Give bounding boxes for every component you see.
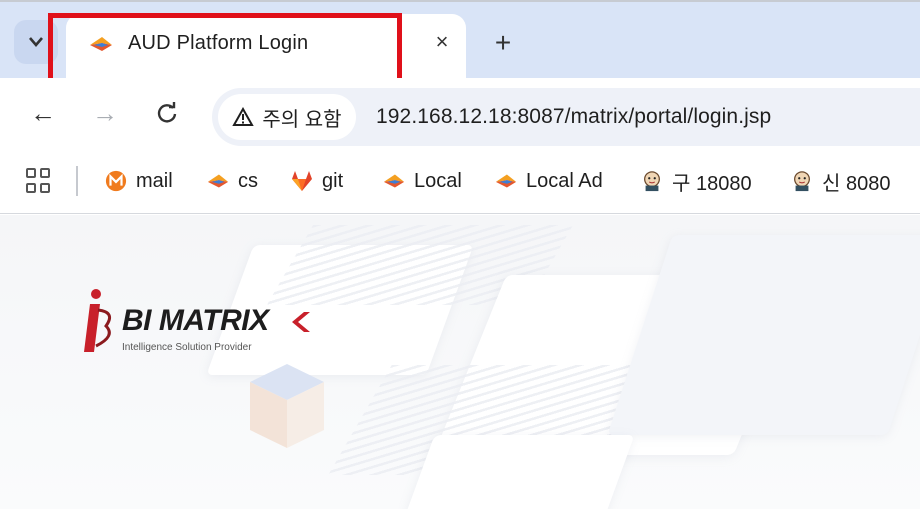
new-tab-button[interactable]: + <box>486 26 520 60</box>
aud-logo-icon <box>383 174 405 188</box>
bookmark-git[interactable]: git <box>290 164 343 198</box>
bi-matrix-logo-mark <box>84 289 112 352</box>
bookmark-jenkins-old[interactable]: 구 18080 <box>640 164 752 198</box>
chevron-down-icon <box>29 37 43 47</box>
mail-m-icon <box>105 170 127 192</box>
warning-triangle-icon <box>232 107 255 126</box>
bookmark-jenkins-new[interactable]: 신 8080 <box>790 164 890 198</box>
bookmark-local[interactable]: Local <box>382 164 462 198</box>
bookmark-label: Local <box>414 169 462 192</box>
bookmark-label: cs <box>238 169 258 192</box>
decorative-card <box>607 235 920 435</box>
forward-button[interactable]: → <box>88 96 122 130</box>
bookmark-mail[interactable]: mail <box>104 164 173 198</box>
bookmark-label: git <box>322 169 344 192</box>
reload-icon <box>157 102 177 123</box>
bookmark-label: mail <box>136 169 173 192</box>
back-button[interactable]: ← <box>26 96 60 130</box>
decorative-card <box>405 435 635 509</box>
tab-highlight-annotation <box>48 13 402 83</box>
security-chip[interactable]: 주의 요함 <box>218 94 356 140</box>
bookmark-label: 구 18080 <box>672 172 752 195</box>
jenkins-icon <box>794 171 810 192</box>
logo-chevron-mark <box>292 312 310 332</box>
gitlab-fox-icon <box>292 171 312 191</box>
bi-matrix-logo: BI MATRIX Intelligence Solution Provider <box>76 286 316 366</box>
logo-text: BI MATRIX <box>122 304 269 337</box>
reload-button[interactable] <box>150 96 184 130</box>
logo-tagline: Intelligence Solution Provider <box>122 342 252 353</box>
security-chip-label: 주의 요함 <box>262 108 342 131</box>
decorative-cube <box>250 364 324 448</box>
bookmark-local-ad[interactable]: Local Ad <box>494 164 603 198</box>
aud-logo-icon <box>207 174 229 188</box>
bookmark-cs[interactable]: cs <box>206 164 258 198</box>
aud-logo-icon <box>495 174 517 188</box>
tab-close-button[interactable]: × <box>428 28 456 56</box>
url-text[interactable]: 192.168.12.18:8087/matrix/portal/login.j… <box>376 105 771 129</box>
bookmark-label: Local Ad <box>526 169 603 192</box>
apps-grid-icon[interactable] <box>26 168 52 194</box>
bookmark-separator <box>76 166 78 196</box>
bookmark-label: 신 8080 <box>822 172 891 195</box>
jenkins-icon <box>644 171 660 192</box>
